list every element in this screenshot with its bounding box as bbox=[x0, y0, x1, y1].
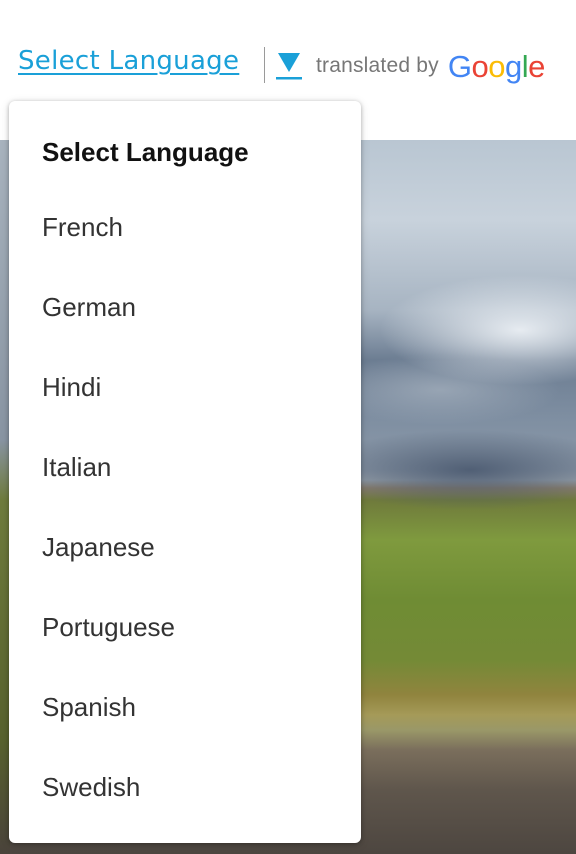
triangle-down-icon bbox=[276, 53, 302, 80]
language-list: French German Hindi Italian Japanese Por… bbox=[9, 188, 361, 828]
translate-bar: Select Language translated by Google bbox=[0, 0, 576, 100]
language-option-spanish[interactable]: Spanish bbox=[9, 668, 361, 748]
language-option-portuguese[interactable]: Portuguese bbox=[9, 588, 361, 668]
dropdown-header[interactable]: Select Language bbox=[42, 137, 249, 168]
google-logo-letter: G bbox=[447, 48, 472, 84]
select-language-link[interactable]: Select Language bbox=[18, 46, 239, 76]
google-logo-letter: g bbox=[504, 48, 522, 84]
dropdown-arrow-button[interactable] bbox=[275, 48, 303, 82]
google-logo[interactable]: Google bbox=[447, 48, 546, 84]
language-option-german[interactable]: German bbox=[9, 268, 361, 348]
google-logo-letter: o bbox=[471, 48, 489, 84]
translated-by-label: translated by bbox=[316, 54, 439, 77]
language-option-hindi[interactable]: Hindi bbox=[9, 348, 361, 428]
language-option-japanese[interactable]: Japanese bbox=[9, 508, 361, 588]
powered-by: translated by Google bbox=[316, 48, 545, 84]
google-logo-letter: o bbox=[488, 48, 505, 84]
language-dropdown: Select Language French German Hindi Ital… bbox=[9, 101, 361, 843]
bar-divider bbox=[264, 47, 265, 83]
language-option-swedish[interactable]: Swedish bbox=[9, 748, 361, 828]
language-option-french[interactable]: French bbox=[9, 188, 361, 268]
language-option-italian[interactable]: Italian bbox=[9, 428, 361, 508]
google-logo-letter: e bbox=[528, 48, 545, 84]
